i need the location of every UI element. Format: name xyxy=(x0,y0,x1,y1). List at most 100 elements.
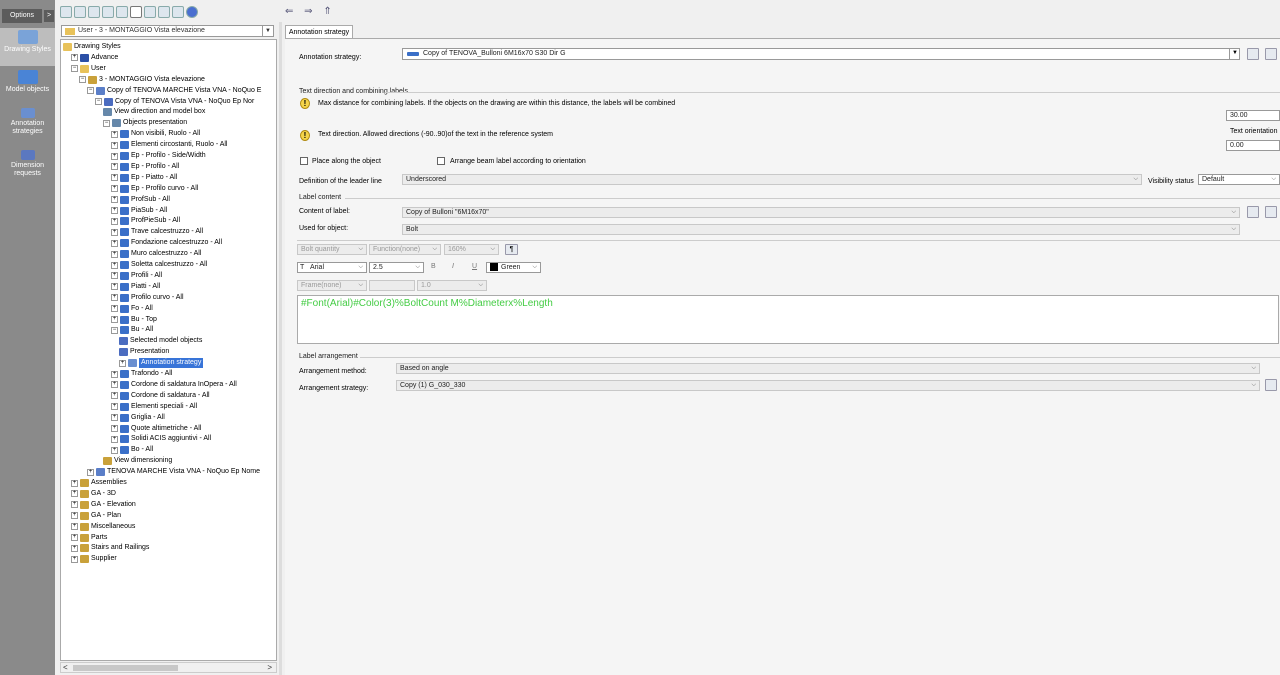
arrangement-method-select[interactable]: Based on angle ⌵ xyxy=(396,363,1260,374)
chevron-down-icon[interactable]: ⌵ xyxy=(358,263,363,272)
scroll-thumb[interactable] xyxy=(73,665,178,671)
chevron-down-icon[interactable]: ⌵ xyxy=(1231,225,1236,234)
tree-node[interactable]: + Fo - All xyxy=(111,304,153,314)
expand-toggle-icon[interactable]: + xyxy=(71,490,78,498)
options-expand-button[interactable]: > xyxy=(44,10,54,22)
chevron-down-icon[interactable]: ⌵ xyxy=(490,245,495,254)
tree-view[interactable]: Drawing Styles + Advance − User −3 - MONTAGGI… xyxy=(60,39,277,661)
chevron-down-icon[interactable]: ⌵ xyxy=(1271,175,1276,184)
expand-toggle-icon[interactable]: + xyxy=(111,130,118,138)
tree-node[interactable]: Drawing Styles xyxy=(63,42,121,52)
paragraph-icon[interactable]: ¶ xyxy=(505,244,518,255)
arrange-beam-checkbox[interactable] xyxy=(437,157,445,165)
expand-toggle-icon[interactable]: + xyxy=(111,283,118,291)
label-template-editor[interactable]: #Font(Arial)#Color(3)%BoltCount M%Diamet… xyxy=(297,295,1279,344)
tree-node[interactable]: + Elementi speciali - All xyxy=(111,402,197,412)
tree-node[interactable]: − Bu - All xyxy=(111,325,153,335)
expand-toggle-icon[interactable]: + xyxy=(111,272,118,280)
chevron-down-icon[interactable]: ⌵ xyxy=(1231,208,1236,217)
frame-select[interactable]: Frame(none) ⌵ xyxy=(297,280,367,291)
options-button[interactable]: Options xyxy=(2,9,42,23)
scroll-left-icon[interactable]: < xyxy=(63,663,68,672)
expand-toggle-icon[interactable]: + xyxy=(111,392,118,400)
frame-param-input[interactable] xyxy=(369,280,415,291)
nav-dimension-requests[interactable]: Dimension requests xyxy=(0,150,55,186)
tree-node[interactable]: + ProfPieSub - All xyxy=(111,216,180,226)
tree-node[interactable]: + Griglia - All xyxy=(111,413,165,423)
tree-node[interactable]: + GA - Plan xyxy=(71,511,121,521)
tree-node[interactable]: + GA - 3D xyxy=(71,489,116,499)
expand-toggle-icon[interactable]: − xyxy=(111,326,118,334)
chevron-down-icon[interactable]: ⌵ xyxy=(1251,381,1256,390)
tree-node[interactable]: + Elementi circostanti, Ruolo - All xyxy=(111,140,227,150)
chevron-down-icon[interactable]: ⌵ xyxy=(1133,175,1138,184)
expand-toggle-icon[interactable]: − xyxy=(95,98,102,105)
tree-node[interactable]: + Miscellaneous xyxy=(71,522,135,532)
tree-node[interactable]: + PiaSub - All xyxy=(111,206,167,216)
tree-node[interactable]: + Ep - Piatto - All xyxy=(111,173,177,183)
import-icon[interactable] xyxy=(144,6,156,18)
properties-icon[interactable] xyxy=(1265,48,1277,60)
splitter[interactable] xyxy=(279,22,282,675)
underline-button[interactable]: U xyxy=(472,263,477,270)
expand-toggle-icon[interactable]: + xyxy=(111,403,118,411)
expand-toggle-icon[interactable]: + xyxy=(111,196,118,204)
italic-button[interactable]: I xyxy=(452,263,454,270)
tree-node[interactable]: + Bo - All xyxy=(111,445,153,455)
add-icon[interactable] xyxy=(116,6,128,18)
tree-node[interactable]: + Soletta calcestruzzo - All xyxy=(111,260,207,270)
export-icon[interactable] xyxy=(158,6,170,18)
leader-line-select[interactable]: Underscored ⌵ xyxy=(402,174,1142,185)
used-for-object-select[interactable]: Bolt ⌵ xyxy=(402,224,1240,235)
tree-node[interactable]: + Profili - All xyxy=(111,271,162,281)
visibility-status-select[interactable]: Default ⌵ xyxy=(1198,174,1280,185)
color-select[interactable]: Green ⌵ xyxy=(486,262,541,273)
expand-toggle-icon[interactable]: + xyxy=(111,316,118,323)
bold-button[interactable]: B xyxy=(431,263,436,270)
function-select[interactable]: Function(none) ⌵ xyxy=(369,244,441,255)
tree-node[interactable]: + GA - Elevation xyxy=(71,500,136,510)
tree-node[interactable]: + Profilo curvo - All xyxy=(111,293,184,303)
help-icon[interactable] xyxy=(186,6,198,18)
expand-toggle-icon[interactable]: − xyxy=(103,119,110,127)
tree-node[interactable]: Presentation xyxy=(119,347,169,357)
nav-model-objects[interactable]: Model objects xyxy=(0,70,55,100)
expand-toggle-icon[interactable]: + xyxy=(71,501,78,509)
expand-toggle-icon[interactable]: − xyxy=(87,87,94,95)
tree-node[interactable]: View dimensioning xyxy=(103,456,172,466)
expand-toggle-icon[interactable]: + xyxy=(111,185,118,193)
chevron-down-icon[interactable]: ⌵ xyxy=(358,245,363,254)
expand-toggle-icon[interactable]: + xyxy=(111,446,118,454)
tree-node[interactable]: + Trave calcestruzzo - All xyxy=(111,227,203,237)
copy-icon[interactable] xyxy=(74,6,86,18)
edit-icon[interactable] xyxy=(1247,48,1259,60)
tree-horizontal-scrollbar[interactable]: < > xyxy=(60,662,277,673)
ratio-select[interactable]: 1.0 ⌵ xyxy=(417,280,487,291)
tree-node[interactable]: + Muro calcestruzzo - All xyxy=(111,249,201,259)
tree-node[interactable]: Selected model objects xyxy=(119,336,202,346)
expand-toggle-icon[interactable]: + xyxy=(111,239,118,247)
expand-toggle-icon[interactable]: + xyxy=(111,207,118,214)
expand-toggle-icon[interactable]: + xyxy=(71,544,78,552)
edit-icon[interactable] xyxy=(1247,206,1259,218)
bolt-quantity-select[interactable]: Bolt quantity ⌵ xyxy=(297,244,367,255)
tree-node[interactable]: + Parts xyxy=(71,533,107,543)
max-distance-input[interactable]: 30.00 xyxy=(1226,110,1280,121)
chevron-down-icon[interactable]: ▼ xyxy=(262,26,273,36)
tree-node[interactable]: + Cordone di saldatura - All xyxy=(111,391,210,401)
tree-node[interactable]: + Advance xyxy=(71,53,118,63)
chevron-down-icon[interactable]: ▼ xyxy=(1229,49,1238,59)
chevron-down-icon[interactable]: ⌵ xyxy=(432,245,437,254)
expand-toggle-icon[interactable]: + xyxy=(111,250,118,258)
nav-drawing-styles[interactable]: Drawing Styles xyxy=(0,28,55,66)
tree-node[interactable]: + TENOVA MARCHE Vista VNA - NoQuo Ep Nome xyxy=(87,467,260,477)
expand-toggle-icon[interactable]: + xyxy=(111,305,118,313)
expand-toggle-icon[interactable]: + xyxy=(111,228,118,236)
expand-toggle-icon[interactable]: − xyxy=(79,76,86,84)
tree-node[interactable]: View direction and model box xyxy=(103,107,205,117)
annotation-strategy-select[interactable]: Copy of TENOVA_Bulloni 6M16x70 S30 Dir G… xyxy=(402,48,1240,60)
expand-toggle-icon[interactable]: + xyxy=(71,54,78,62)
edit-arrangement-icon[interactable] xyxy=(1265,379,1277,391)
expand-toggle-icon[interactable]: + xyxy=(111,414,118,422)
delete-icon[interactable] xyxy=(130,6,142,18)
